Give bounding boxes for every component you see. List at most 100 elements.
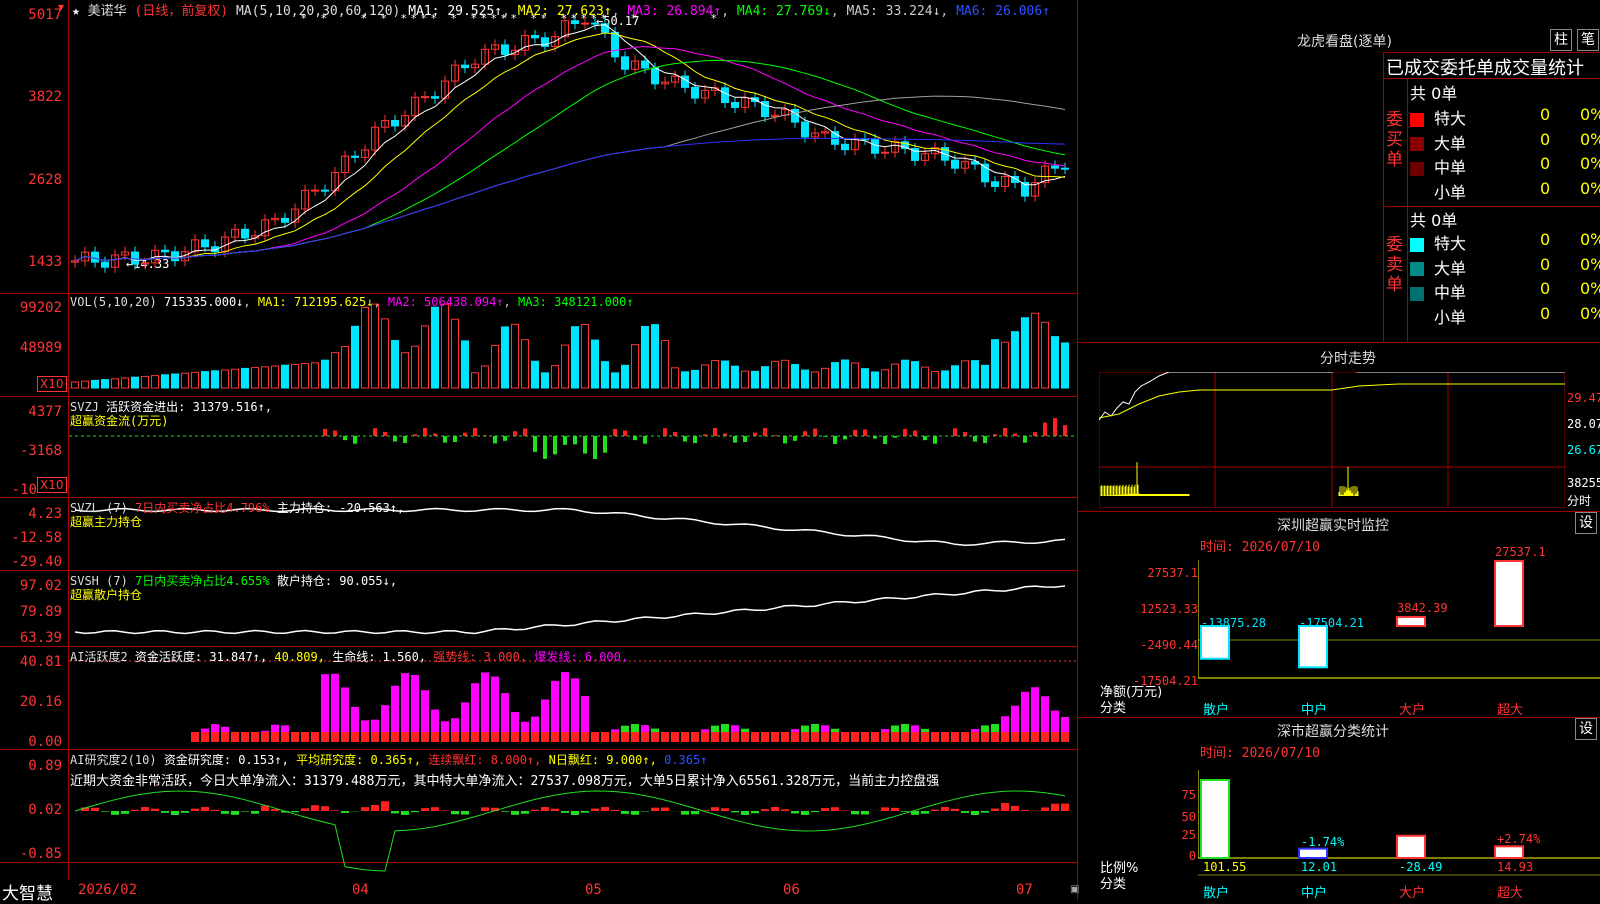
y-label: -10 — [2, 482, 37, 498]
candle-body — [872, 139, 879, 153]
ai-research-value: 资金研究度: 0.153↑, — [164, 753, 289, 767]
activity-base — [931, 732, 939, 742]
activity-base — [461, 732, 469, 742]
intraday-price: 26.67 — [1567, 443, 1600, 457]
activity-base — [341, 732, 349, 742]
ma-line — [75, 25, 1065, 261]
flow-bar — [1043, 423, 1047, 436]
vol-bar — [632, 345, 639, 388]
research-bar — [181, 811, 189, 813]
vol-bar — [452, 319, 459, 388]
x10-badge[interactable]: X10 — [37, 376, 67, 392]
y-label: -29.40 — [2, 554, 62, 570]
activity-base — [441, 732, 449, 742]
research-bar — [811, 811, 819, 812]
activity-base — [281, 732, 289, 742]
vol-header: VOL(5,10,20) 715335.000↓, MA1: 712195.62… — [70, 295, 634, 309]
sell-orders-label: 委卖单 — [1386, 235, 1404, 295]
candle-body — [1052, 166, 1059, 168]
y-label: 63.39 — [2, 630, 62, 646]
star-icon: * — [491, 12, 497, 25]
flow-bar — [913, 431, 917, 436]
vol-bar — [1012, 332, 1019, 388]
star-icon: * — [301, 12, 307, 25]
vol-bar — [322, 360, 329, 388]
vol-bar — [342, 346, 349, 388]
vol-bar — [352, 326, 359, 388]
flow-bar — [343, 436, 347, 440]
y-label: -12.58 — [2, 530, 62, 546]
research-bar — [971, 811, 979, 815]
star-icon: * — [711, 12, 717, 25]
activity-base — [671, 732, 679, 742]
ai-research-avg: 平均研究度: 0.365↑, — [296, 753, 421, 767]
candle-body — [842, 144, 849, 149]
class-stats-title: 深市超赢分类统计 — [1277, 721, 1389, 741]
order-pct: 0% — [1580, 130, 1600, 149]
candle-body — [102, 262, 109, 267]
bar-view-button[interactable]: 柱 — [1550, 29, 1572, 51]
research-bar — [791, 811, 799, 813]
research-bar — [1051, 804, 1059, 811]
flow-bar — [583, 436, 587, 454]
y-label: 20.16 — [2, 694, 62, 710]
order-count: 0 — [1540, 279, 1550, 298]
vol-bar — [522, 340, 529, 388]
research-bar — [521, 811, 529, 814]
y-label: 97.02 — [2, 578, 62, 594]
chart-canvas[interactable]: *********************** — [69, 0, 1077, 880]
flow-bar — [613, 429, 617, 436]
settings-button[interactable]: 设 — [1575, 718, 1597, 740]
buy-orders-label: 委买单 — [1386, 110, 1404, 170]
vol-bar — [672, 368, 679, 388]
flow-bar — [323, 429, 327, 436]
research-bar — [381, 801, 389, 811]
intraday-chart[interactable] — [1099, 372, 1565, 508]
activity-base — [651, 732, 659, 742]
vol-bar — [932, 372, 939, 388]
sz-monitor-title: 深圳超赢实时监控 — [1277, 515, 1389, 535]
star-icon: * — [591, 12, 597, 25]
vol-bar — [162, 375, 169, 388]
class-value: 12.01 — [1301, 860, 1337, 874]
sz-bar — [1495, 561, 1523, 626]
research-bar — [231, 811, 239, 815]
research-bar — [781, 809, 789, 811]
research-bar — [211, 810, 219, 811]
vol-bar — [442, 304, 449, 388]
color-swatch — [1410, 162, 1424, 176]
tick-view-button[interactable]: 笔 — [1577, 29, 1599, 51]
activity-base — [351, 732, 359, 742]
activity-base — [621, 732, 629, 742]
settings-button[interactable]: 设 — [1575, 512, 1597, 534]
lock-icon[interactable]: ▣ — [1070, 884, 1079, 895]
intraday-title: 分时走势 — [1320, 348, 1376, 368]
y-label: 40.81 — [2, 654, 62, 670]
panel-divider — [1077, 0, 1078, 900]
flow-bar — [603, 436, 607, 453]
activity-base — [771, 732, 779, 742]
vol-bar — [422, 326, 429, 388]
research-bar — [661, 807, 669, 811]
flow-bar — [783, 436, 787, 443]
activity-base — [411, 732, 419, 742]
research-bar — [531, 810, 539, 811]
candle-body — [392, 120, 399, 125]
research-bar — [391, 811, 399, 813]
divider — [1383, 52, 1384, 342]
vol-bar — [472, 373, 479, 388]
vol-bar — [972, 361, 979, 388]
sz-monitor-chart[interactable] — [1198, 560, 1600, 700]
research-bar — [651, 808, 659, 811]
class-x-unit: 分类 — [1100, 873, 1126, 892]
vol-bar — [1022, 318, 1029, 388]
color-swatch — [1410, 137, 1424, 151]
vol-bar — [602, 362, 609, 388]
research-bar — [461, 811, 469, 815]
x10-badge[interactable]: X10 — [37, 477, 67, 493]
order-type: 中单 — [1434, 158, 1466, 177]
sz-bar-value: 27537.1 — [1495, 545, 1546, 559]
activity-base — [311, 732, 319, 742]
x-date: 2026/02 — [78, 882, 137, 898]
sz-bar — [1299, 626, 1327, 667]
